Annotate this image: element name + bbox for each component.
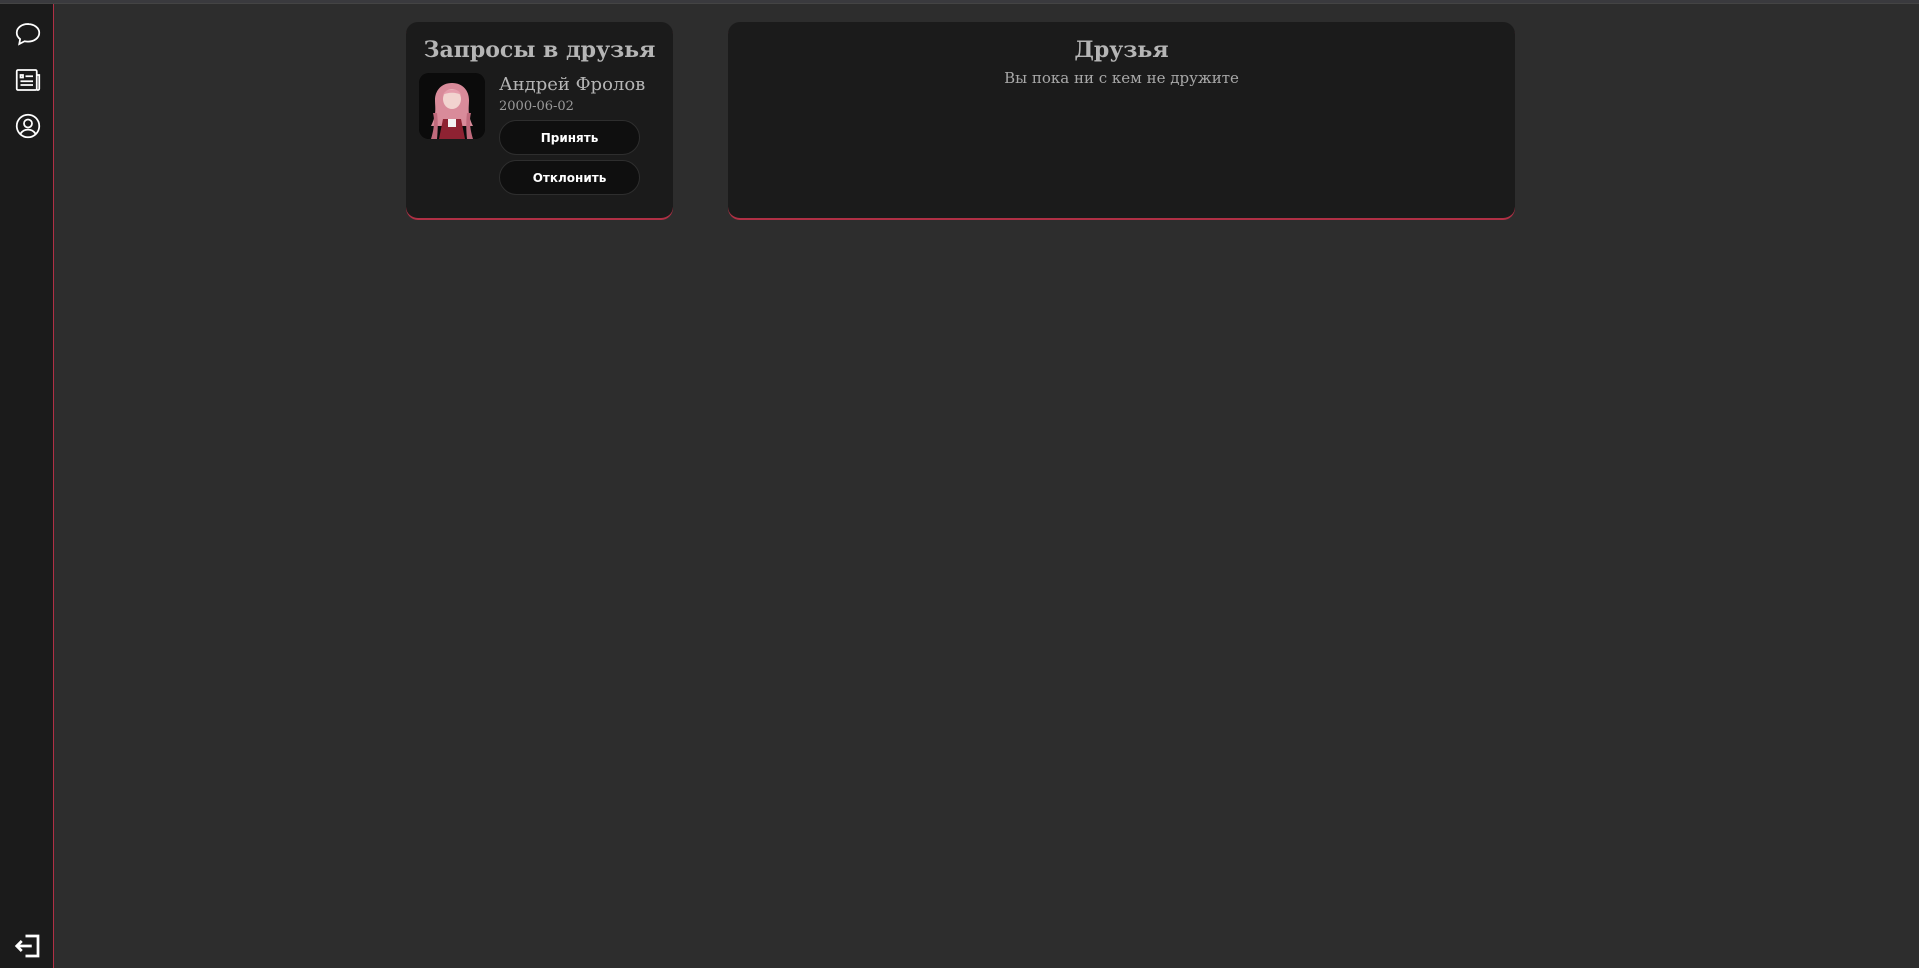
avatar[interactable] [419,73,485,139]
accept-button[interactable]: Принять [499,120,640,155]
sidebar [0,4,54,968]
chat-bubble-icon[interactable] [12,18,44,50]
friends-title: Друзья [1074,37,1169,63]
top-bar [0,0,1919,4]
news-list-icon[interactable] [12,64,44,96]
friend-requests-title: Запросы в друзья [423,37,656,63]
decline-button[interactable]: Отклонить [499,160,640,195]
friends-empty-message: Вы пока ни с кем не дружите [1004,69,1239,87]
friend-requests-panel: Запросы в друзья Андрей Фролов 2000-06-0… [406,22,673,219]
requester-birthdate: 2000-06-02 [499,99,574,114]
friend-request-item: Андрей Фролов 2000-06-02 Принять Отклони… [419,73,669,203]
requester-name[interactable]: Андрей Фролов [499,74,645,95]
user-circle-icon[interactable] [12,110,44,142]
logout-icon[interactable] [12,930,44,962]
friends-panel: Друзья Вы пока ни с кем не дружите [728,22,1515,219]
